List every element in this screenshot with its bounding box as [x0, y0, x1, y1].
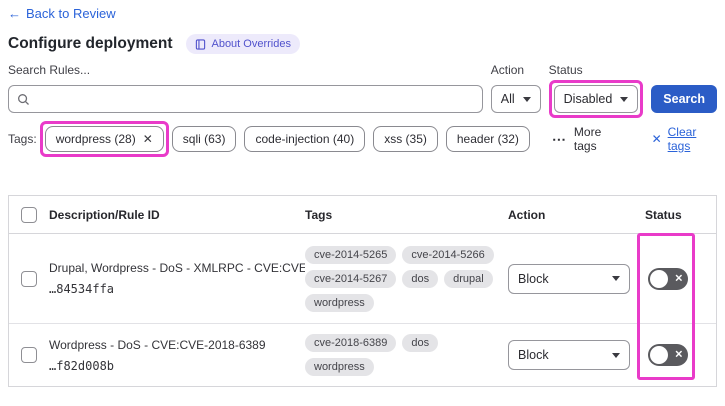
status-select[interactable]: Disabled: [553, 85, 639, 113]
tags-bar: Tags: wordpress (28) ✕ sqli (63) code-in…: [8, 121, 717, 157]
rule-status-toggle[interactable]: ✕: [648, 344, 688, 366]
search-rules-label: Search Rules...: [8, 63, 91, 77]
back-link-label: Back to Review: [26, 6, 116, 21]
status-label: Status: [548, 63, 583, 77]
chevron-down-icon: [612, 276, 620, 281]
title-row: Configure deployment About Overrides: [8, 34, 717, 54]
rule-tags: cve-2014-5265 cve-2014-5266 cve-2014-526…: [305, 245, 508, 312]
action-column: Action All: [490, 63, 541, 113]
search-button[interactable]: Search: [651, 85, 717, 113]
more-tags-button[interactable]: ⋯ More tags: [552, 125, 622, 153]
clear-tags-button[interactable]: ✕ Clear tags: [652, 125, 717, 153]
status-column: Status Disabled: [548, 63, 644, 118]
toggle-knob: [650, 346, 668, 364]
column-header-tags: Tags: [305, 207, 333, 222]
chevron-down-icon: [522, 96, 531, 102]
tag-filter-label: sqli (63): [182, 132, 226, 146]
search-box: [8, 85, 483, 113]
tag-filter-label: header (32): [456, 132, 519, 146]
action-select-value: All: [500, 92, 515, 106]
toggle-off-icon: ✕: [674, 273, 683, 284]
select-all-checkbox[interactable]: [21, 206, 37, 223]
about-overrides-badge[interactable]: About Overrides: [186, 34, 300, 54]
status-select-value: Disabled: [563, 92, 613, 106]
tag-filter-label: wordpress (28): [55, 132, 136, 146]
column-header-status: Status: [645, 207, 682, 222]
clear-x-icon: ✕: [651, 132, 662, 146]
column-header-action: Action: [508, 207, 546, 222]
column-header-description: Description/Rule ID: [49, 207, 160, 222]
tag-filter-xss[interactable]: xss (35): [373, 126, 438, 152]
rule-tag: dos: [402, 269, 439, 288]
rule-tag: wordpress: [305, 293, 374, 312]
table-header-row: Description/Rule ID Tags Action Status: [9, 196, 716, 234]
highlight-status-select: Disabled: [548, 80, 644, 118]
tag-filter-wordpress[interactable]: wordpress (28) ✕: [44, 126, 164, 152]
page-title: Configure deployment: [8, 35, 173, 52]
search-rules-input[interactable]: [36, 92, 474, 106]
tag-filter-sqli[interactable]: sqli (63): [171, 126, 237, 152]
highlight-selected-tag: wordpress (28) ✕: [39, 121, 169, 157]
book-icon: [195, 38, 206, 50]
search-column: Search Rules...: [8, 63, 483, 113]
remove-tag-icon[interactable]: ✕: [143, 132, 153, 146]
table-row: Wordpress - DoS - CVE:CVE-2018-6389 …f82…: [9, 324, 716, 386]
back-arrow-icon: ←: [8, 6, 21, 21]
rule-tag: cve-2014-5265: [305, 245, 397, 264]
tag-filter-code-injection[interactable]: code-injection (40): [244, 126, 366, 152]
row-checkbox[interactable]: [21, 270, 37, 287]
rule-description: Drupal, Wordpress - DoS - XMLRPC - CVE:C…: [49, 261, 305, 275]
rule-tag: cve-2018-6389: [305, 334, 397, 352]
search-icon: [17, 93, 30, 106]
toggle-off-icon: ✕: [674, 349, 683, 361]
rule-action-value: Block: [518, 271, 549, 286]
chevron-down-icon: [620, 96, 629, 102]
badge-label: About Overrides: [211, 38, 291, 50]
action-select[interactable]: All: [490, 85, 541, 113]
rule-action-value: Block: [518, 348, 549, 362]
action-label: Action: [490, 63, 525, 77]
rule-tag: cve-2014-5266: [402, 245, 494, 264]
rule-id: …84534ffa: [49, 282, 115, 296]
table-row: Drupal, Wordpress - DoS - XMLRPC - CVE:C…: [9, 234, 716, 324]
rule-tags: cve-2018-6389 dos wordpress: [305, 334, 508, 376]
more-tags-label: More tags: [573, 125, 602, 153]
rule-id: …f82d008b: [49, 358, 115, 373]
rule-status-toggle[interactable]: ✕: [648, 267, 688, 290]
chevron-down-icon: [612, 352, 620, 358]
rule-action-select[interactable]: Block: [508, 263, 630, 294]
rule-description: Wordpress - DoS - CVE:CVE-2018-6389: [49, 337, 266, 352]
clear-tags-label: Clear tags: [667, 125, 697, 153]
configure-deployment-page: ← Back to Review Configure deployment Ab…: [0, 0, 725, 406]
rule-tag: cve-2014-5267: [305, 269, 397, 288]
rule-tag: drupal: [444, 269, 493, 288]
filter-row: Search Rules... Action All Status Disabl…: [8, 63, 717, 118]
rules-table: Description/Rule ID Tags Action Status D…: [8, 195, 717, 387]
rule-tag: wordpress: [305, 358, 374, 376]
row-checkbox[interactable]: [21, 347, 37, 363]
rule-tag: dos: [402, 334, 439, 352]
tag-filter-label: code-injection (40): [255, 132, 355, 146]
ellipsis-icon: ⋯: [551, 130, 567, 147]
back-to-review-link[interactable]: ← Back to Review: [8, 6, 116, 21]
tags-label: Tags:: [8, 132, 37, 146]
toggle-knob: [650, 269, 668, 288]
rule-action-select[interactable]: Block: [508, 340, 630, 370]
tag-filter-header[interactable]: header (32): [445, 126, 530, 152]
tag-filter-label: xss (35): [384, 132, 427, 146]
